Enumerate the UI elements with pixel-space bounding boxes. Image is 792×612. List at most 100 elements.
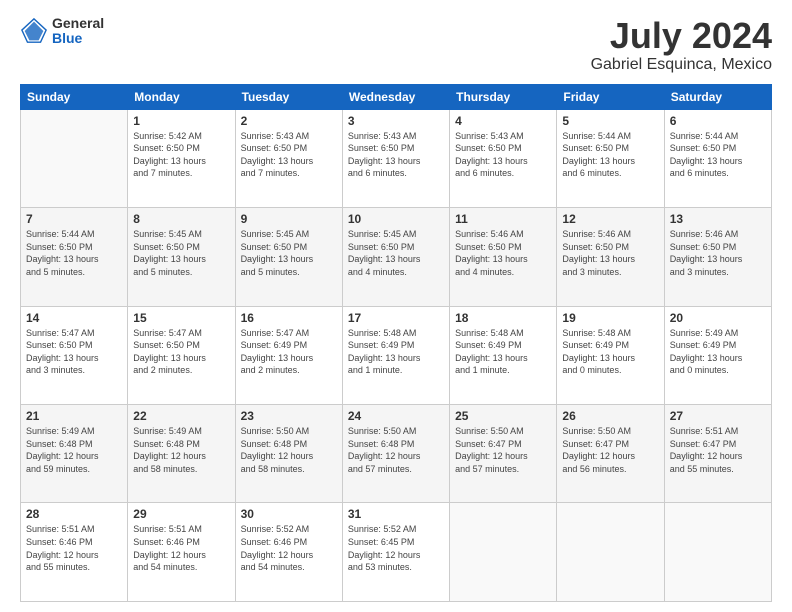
day-info: Sunrise: 5:44 AM Sunset: 6:50 PM Dayligh… (562, 130, 658, 180)
day-number: 1 (133, 114, 229, 128)
day-info: Sunrise: 5:47 AM Sunset: 6:50 PM Dayligh… (26, 327, 122, 377)
table-row: 11 Sunrise: 5:46 AM Sunset: 6:50 PM Dayli… (450, 208, 557, 306)
day-number: 24 (348, 409, 444, 423)
col-wednesday: Wednesday (342, 84, 449, 109)
table-row: 20 Sunrise: 5:49 AM Sunset: 6:49 PM Dayli… (664, 306, 771, 404)
day-info: Sunrise: 5:49 AM Sunset: 6:48 PM Dayligh… (26, 425, 122, 475)
title-block: July 2024 Gabriel Esquinca, Mexico (591, 16, 772, 74)
table-row (21, 109, 128, 207)
table-row: 1Sunrise: 5:42 AM Sunset: 6:50 PM Daylig… (128, 109, 235, 207)
table-row: 10 Sunrise: 5:45 AM Sunset: 6:50 PM Dayli… (342, 208, 449, 306)
header: General Blue July 2024 Gabriel Esquinca,… (20, 16, 772, 74)
day-info: Sunrise: 5:47 AM Sunset: 6:49 PM Dayligh… (241, 327, 337, 377)
day-info: Sunrise: 5:51 AM Sunset: 6:47 PM Dayligh… (670, 425, 766, 475)
day-info: Sunrise: 5:49 AM Sunset: 6:49 PM Dayligh… (670, 327, 766, 377)
table-row: 31 Sunrise: 5:52 AM Sunset: 6:45 PM Dayli… (342, 503, 449, 602)
table-row: 17 Sunrise: 5:48 AM Sunset: 6:49 PM Dayli… (342, 306, 449, 404)
page: General Blue July 2024 Gabriel Esquinca,… (0, 0, 792, 612)
table-row: 6Sunrise: 5:44 AM Sunset: 6:50 PM Daylig… (664, 109, 771, 207)
table-row: 7 Sunrise: 5:44 AM Sunset: 6:50 PM Daylig… (21, 208, 128, 306)
day-info: Sunrise: 5:44 AM Sunset: 6:50 PM Dayligh… (26, 228, 122, 278)
table-row: 8 Sunrise: 5:45 AM Sunset: 6:50 PM Daylig… (128, 208, 235, 306)
day-info: Sunrise: 5:46 AM Sunset: 6:50 PM Dayligh… (670, 228, 766, 278)
calendar-week-row: 21 Sunrise: 5:49 AM Sunset: 6:48 PM Dayli… (21, 405, 772, 503)
table-row: 13 Sunrise: 5:46 AM Sunset: 6:50 PM Dayli… (664, 208, 771, 306)
day-info: Sunrise: 5:48 AM Sunset: 6:49 PM Dayligh… (348, 327, 444, 377)
logo-general-text: General (52, 16, 104, 31)
table-row: 16 Sunrise: 5:47 AM Sunset: 6:49 PM Dayli… (235, 306, 342, 404)
day-number: 30 (241, 507, 337, 521)
col-thursday: Thursday (450, 84, 557, 109)
day-number: 29 (133, 507, 229, 521)
day-info: Sunrise: 5:46 AM Sunset: 6:50 PM Dayligh… (562, 228, 658, 278)
logo-blue-text: Blue (52, 31, 104, 46)
table-row (557, 503, 664, 602)
col-saturday: Saturday (664, 84, 771, 109)
col-tuesday: Tuesday (235, 84, 342, 109)
day-info: Sunrise: 5:52 AM Sunset: 6:45 PM Dayligh… (348, 523, 444, 573)
table-row: 25 Sunrise: 5:50 AM Sunset: 6:47 PM Dayli… (450, 405, 557, 503)
col-friday: Friday (557, 84, 664, 109)
day-info: Sunrise: 5:43 AM Sunset: 6:50 PM Dayligh… (241, 130, 337, 180)
day-number: 25 (455, 409, 551, 423)
table-row: 3Sunrise: 5:43 AM Sunset: 6:50 PM Daylig… (342, 109, 449, 207)
table-row: 9 Sunrise: 5:45 AM Sunset: 6:50 PM Daylig… (235, 208, 342, 306)
day-number: 8 (133, 212, 229, 226)
main-title: July 2024 (591, 16, 772, 56)
day-info: Sunrise: 5:49 AM Sunset: 6:48 PM Dayligh… (133, 425, 229, 475)
calendar-header-row: Sunday Monday Tuesday Wednesday Thursday… (21, 84, 772, 109)
day-info: Sunrise: 5:50 AM Sunset: 6:47 PM Dayligh… (562, 425, 658, 475)
table-row: 4Sunrise: 5:43 AM Sunset: 6:50 PM Daylig… (450, 109, 557, 207)
table-row (664, 503, 771, 602)
day-number: 19 (562, 311, 658, 325)
day-info: Sunrise: 5:47 AM Sunset: 6:50 PM Dayligh… (133, 327, 229, 377)
day-info: Sunrise: 5:46 AM Sunset: 6:50 PM Dayligh… (455, 228, 551, 278)
day-number: 21 (26, 409, 122, 423)
day-number: 27 (670, 409, 766, 423)
day-info: Sunrise: 5:52 AM Sunset: 6:46 PM Dayligh… (241, 523, 337, 573)
day-info: Sunrise: 5:43 AM Sunset: 6:50 PM Dayligh… (348, 130, 444, 180)
day-number: 22 (133, 409, 229, 423)
table-row: 18Sunrise: 5:48 AM Sunset: 6:49 PM Dayli… (450, 306, 557, 404)
day-info: Sunrise: 5:45 AM Sunset: 6:50 PM Dayligh… (348, 228, 444, 278)
day-number: 6 (670, 114, 766, 128)
table-row: 29Sunrise: 5:51 AM Sunset: 6:46 PM Dayli… (128, 503, 235, 602)
day-info: Sunrise: 5:51 AM Sunset: 6:46 PM Dayligh… (26, 523, 122, 573)
day-number: 11 (455, 212, 551, 226)
table-row: 2 Sunrise: 5:43 AM Sunset: 6:50 PM Daylig… (235, 109, 342, 207)
table-row (450, 503, 557, 602)
day-number: 20 (670, 311, 766, 325)
day-info: Sunrise: 5:45 AM Sunset: 6:50 PM Dayligh… (133, 228, 229, 278)
day-number: 13 (670, 212, 766, 226)
table-row: 5 Sunrise: 5:44 AM Sunset: 6:50 PM Daylig… (557, 109, 664, 207)
day-number: 28 (26, 507, 122, 521)
day-number: 5 (562, 114, 658, 128)
day-number: 18 (455, 311, 551, 325)
day-info: Sunrise: 5:48 AM Sunset: 6:49 PM Dayligh… (562, 327, 658, 377)
table-row: 26Sunrise: 5:50 AM Sunset: 6:47 PM Dayli… (557, 405, 664, 503)
day-number: 12 (562, 212, 658, 226)
table-row: 15 Sunrise: 5:47 AM Sunset: 6:50 PM Dayli… (128, 306, 235, 404)
calendar-week-row: 1Sunrise: 5:42 AM Sunset: 6:50 PM Daylig… (21, 109, 772, 207)
day-info: Sunrise: 5:50 AM Sunset: 6:47 PM Dayligh… (455, 425, 551, 475)
day-number: 31 (348, 507, 444, 521)
day-number: 17 (348, 311, 444, 325)
day-number: 9 (241, 212, 337, 226)
calendar-week-row: 28 Sunrise: 5:51 AM Sunset: 6:46 PM Dayli… (21, 503, 772, 602)
col-sunday: Sunday (21, 84, 128, 109)
table-row: 30 Sunrise: 5:52 AM Sunset: 6:46 PM Dayli… (235, 503, 342, 602)
day-number: 2 (241, 114, 337, 128)
day-number: 10 (348, 212, 444, 226)
logo-text: General Blue (52, 16, 104, 47)
calendar-week-row: 14Sunrise: 5:47 AM Sunset: 6:50 PM Dayli… (21, 306, 772, 404)
day-info: Sunrise: 5:45 AM Sunset: 6:50 PM Dayligh… (241, 228, 337, 278)
day-number: 23 (241, 409, 337, 423)
table-row: 14Sunrise: 5:47 AM Sunset: 6:50 PM Dayli… (21, 306, 128, 404)
day-number: 15 (133, 311, 229, 325)
day-number: 16 (241, 311, 337, 325)
table-row: 19 Sunrise: 5:48 AM Sunset: 6:49 PM Dayli… (557, 306, 664, 404)
day-number: 7 (26, 212, 122, 226)
table-row: 23Sunrise: 5:50 AM Sunset: 6:48 PM Dayli… (235, 405, 342, 503)
calendar-table: Sunday Monday Tuesday Wednesday Thursday… (20, 84, 772, 602)
logo: General Blue (20, 16, 104, 47)
